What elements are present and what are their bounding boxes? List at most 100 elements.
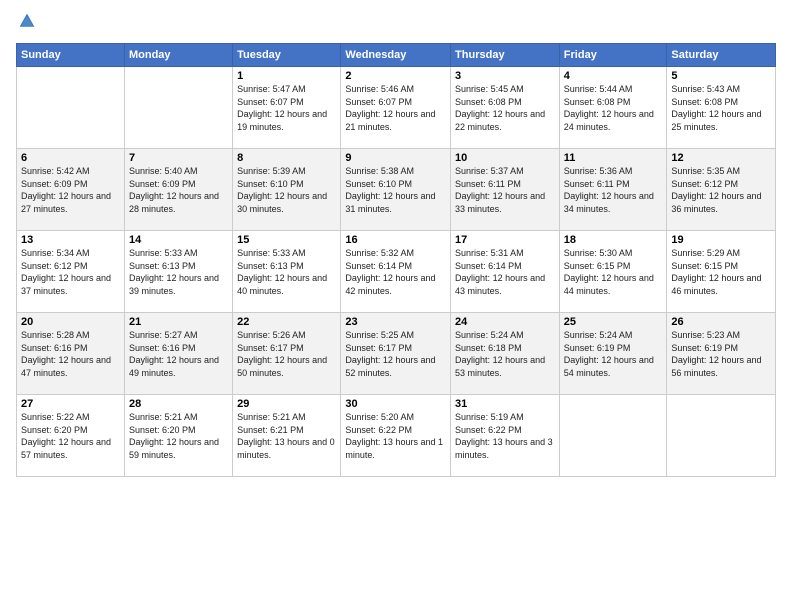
day-number: 19 <box>671 234 771 246</box>
calendar-cell: 30Sunrise: 5:20 AM Sunset: 6:22 PM Dayli… <box>341 395 451 477</box>
calendar-cell: 14Sunrise: 5:33 AM Sunset: 6:13 PM Dayli… <box>124 231 232 313</box>
day-detail: Sunrise: 5:45 AM Sunset: 6:08 PM Dayligh… <box>455 83 555 133</box>
day-number: 22 <box>237 316 336 328</box>
calendar-cell: 24Sunrise: 5:24 AM Sunset: 6:18 PM Dayli… <box>451 313 560 395</box>
calendar-cell: 23Sunrise: 5:25 AM Sunset: 6:17 PM Dayli… <box>341 313 451 395</box>
day-detail: Sunrise: 5:21 AM Sunset: 6:21 PM Dayligh… <box>237 411 336 461</box>
calendar-cell: 12Sunrise: 5:35 AM Sunset: 6:12 PM Dayli… <box>667 149 776 231</box>
day-detail: Sunrise: 5:19 AM Sunset: 6:22 PM Dayligh… <box>455 411 555 461</box>
day-number: 6 <box>21 152 120 164</box>
day-number: 29 <box>237 398 336 410</box>
day-number: 21 <box>129 316 228 328</box>
day-detail: Sunrise: 5:33 AM Sunset: 6:13 PM Dayligh… <box>237 247 336 297</box>
day-number: 24 <box>455 316 555 328</box>
calendar-cell: 1Sunrise: 5:47 AM Sunset: 6:07 PM Daylig… <box>233 67 341 149</box>
calendar-cell: 3Sunrise: 5:45 AM Sunset: 6:08 PM Daylig… <box>451 67 560 149</box>
calendar-cell: 16Sunrise: 5:32 AM Sunset: 6:14 PM Dayli… <box>341 231 451 313</box>
calendar-cell: 11Sunrise: 5:36 AM Sunset: 6:11 PM Dayli… <box>559 149 667 231</box>
calendar-cell: 13Sunrise: 5:34 AM Sunset: 6:12 PM Dayli… <box>17 231 125 313</box>
day-number: 9 <box>345 152 446 164</box>
day-number: 16 <box>345 234 446 246</box>
day-detail: Sunrise: 5:34 AM Sunset: 6:12 PM Dayligh… <box>21 247 120 297</box>
calendar-week-row: 13Sunrise: 5:34 AM Sunset: 6:12 PM Dayli… <box>17 231 776 313</box>
day-number: 1 <box>237 70 336 82</box>
calendar-cell: 27Sunrise: 5:22 AM Sunset: 6:20 PM Dayli… <box>17 395 125 477</box>
day-number: 8 <box>237 152 336 164</box>
calendar-week-row: 1Sunrise: 5:47 AM Sunset: 6:07 PM Daylig… <box>17 67 776 149</box>
day-number: 5 <box>671 70 771 82</box>
day-number: 27 <box>21 398 120 410</box>
calendar-weekday-wednesday: Wednesday <box>341 44 451 67</box>
day-number: 26 <box>671 316 771 328</box>
calendar-cell: 17Sunrise: 5:31 AM Sunset: 6:14 PM Dayli… <box>451 231 560 313</box>
header <box>16 12 776 35</box>
day-number: 13 <box>21 234 120 246</box>
calendar-cell: 8Sunrise: 5:39 AM Sunset: 6:10 PM Daylig… <box>233 149 341 231</box>
day-detail: Sunrise: 5:35 AM Sunset: 6:12 PM Dayligh… <box>671 165 771 215</box>
calendar-weekday-tuesday: Tuesday <box>233 44 341 67</box>
calendar-week-row: 27Sunrise: 5:22 AM Sunset: 6:20 PM Dayli… <box>17 395 776 477</box>
calendar-cell: 22Sunrise: 5:26 AM Sunset: 6:17 PM Dayli… <box>233 313 341 395</box>
calendar-cell: 5Sunrise: 5:43 AM Sunset: 6:08 PM Daylig… <box>667 67 776 149</box>
day-detail: Sunrise: 5:43 AM Sunset: 6:08 PM Dayligh… <box>671 83 771 133</box>
calendar-header-row: SundayMondayTuesdayWednesdayThursdayFrid… <box>17 44 776 67</box>
day-number: 3 <box>455 70 555 82</box>
calendar-cell: 6Sunrise: 5:42 AM Sunset: 6:09 PM Daylig… <box>17 149 125 231</box>
day-detail: Sunrise: 5:30 AM Sunset: 6:15 PM Dayligh… <box>564 247 663 297</box>
day-number: 28 <box>129 398 228 410</box>
day-number: 12 <box>671 152 771 164</box>
page: SundayMondayTuesdayWednesdayThursdayFrid… <box>0 0 792 612</box>
day-detail: Sunrise: 5:32 AM Sunset: 6:14 PM Dayligh… <box>345 247 446 297</box>
day-number: 14 <box>129 234 228 246</box>
calendar-cell: 20Sunrise: 5:28 AM Sunset: 6:16 PM Dayli… <box>17 313 125 395</box>
day-detail: Sunrise: 5:25 AM Sunset: 6:17 PM Dayligh… <box>345 329 446 379</box>
day-detail: Sunrise: 5:31 AM Sunset: 6:14 PM Dayligh… <box>455 247 555 297</box>
calendar-weekday-monday: Monday <box>124 44 232 67</box>
day-detail: Sunrise: 5:47 AM Sunset: 6:07 PM Dayligh… <box>237 83 336 133</box>
day-number: 23 <box>345 316 446 328</box>
calendar-cell: 9Sunrise: 5:38 AM Sunset: 6:10 PM Daylig… <box>341 149 451 231</box>
day-number: 7 <box>129 152 228 164</box>
day-detail: Sunrise: 5:21 AM Sunset: 6:20 PM Dayligh… <box>129 411 228 461</box>
day-number: 4 <box>564 70 663 82</box>
calendar-week-row: 20Sunrise: 5:28 AM Sunset: 6:16 PM Dayli… <box>17 313 776 395</box>
day-number: 10 <box>455 152 555 164</box>
day-detail: Sunrise: 5:29 AM Sunset: 6:15 PM Dayligh… <box>671 247 771 297</box>
day-detail: Sunrise: 5:23 AM Sunset: 6:19 PM Dayligh… <box>671 329 771 379</box>
calendar-cell <box>667 395 776 477</box>
day-detail: Sunrise: 5:22 AM Sunset: 6:20 PM Dayligh… <box>21 411 120 461</box>
day-number: 31 <box>455 398 555 410</box>
calendar-cell: 25Sunrise: 5:24 AM Sunset: 6:19 PM Dayli… <box>559 313 667 395</box>
calendar-table: SundayMondayTuesdayWednesdayThursdayFrid… <box>16 43 776 477</box>
day-detail: Sunrise: 5:33 AM Sunset: 6:13 PM Dayligh… <box>129 247 228 297</box>
calendar-cell: 15Sunrise: 5:33 AM Sunset: 6:13 PM Dayli… <box>233 231 341 313</box>
day-number: 2 <box>345 70 446 82</box>
calendar-cell: 4Sunrise: 5:44 AM Sunset: 6:08 PM Daylig… <box>559 67 667 149</box>
day-detail: Sunrise: 5:37 AM Sunset: 6:11 PM Dayligh… <box>455 165 555 215</box>
day-detail: Sunrise: 5:24 AM Sunset: 6:19 PM Dayligh… <box>564 329 663 379</box>
calendar-weekday-thursday: Thursday <box>451 44 560 67</box>
day-number: 11 <box>564 152 663 164</box>
calendar-cell <box>17 67 125 149</box>
calendar-weekday-saturday: Saturday <box>667 44 776 67</box>
day-number: 15 <box>237 234 336 246</box>
calendar-cell: 7Sunrise: 5:40 AM Sunset: 6:09 PM Daylig… <box>124 149 232 231</box>
day-detail: Sunrise: 5:46 AM Sunset: 6:07 PM Dayligh… <box>345 83 446 133</box>
calendar-cell: 28Sunrise: 5:21 AM Sunset: 6:20 PM Dayli… <box>124 395 232 477</box>
day-detail: Sunrise: 5:44 AM Sunset: 6:08 PM Dayligh… <box>564 83 663 133</box>
day-number: 25 <box>564 316 663 328</box>
logo <box>16 12 38 35</box>
day-detail: Sunrise: 5:24 AM Sunset: 6:18 PM Dayligh… <box>455 329 555 379</box>
day-number: 17 <box>455 234 555 246</box>
day-number: 18 <box>564 234 663 246</box>
calendar-cell: 31Sunrise: 5:19 AM Sunset: 6:22 PM Dayli… <box>451 395 560 477</box>
logo-icon <box>18 12 36 30</box>
day-detail: Sunrise: 5:20 AM Sunset: 6:22 PM Dayligh… <box>345 411 446 461</box>
day-detail: Sunrise: 5:42 AM Sunset: 6:09 PM Dayligh… <box>21 165 120 215</box>
calendar-cell <box>559 395 667 477</box>
calendar-cell: 10Sunrise: 5:37 AM Sunset: 6:11 PM Dayli… <box>451 149 560 231</box>
day-detail: Sunrise: 5:38 AM Sunset: 6:10 PM Dayligh… <box>345 165 446 215</box>
day-detail: Sunrise: 5:27 AM Sunset: 6:16 PM Dayligh… <box>129 329 228 379</box>
calendar-weekday-friday: Friday <box>559 44 667 67</box>
calendar-cell: 19Sunrise: 5:29 AM Sunset: 6:15 PM Dayli… <box>667 231 776 313</box>
